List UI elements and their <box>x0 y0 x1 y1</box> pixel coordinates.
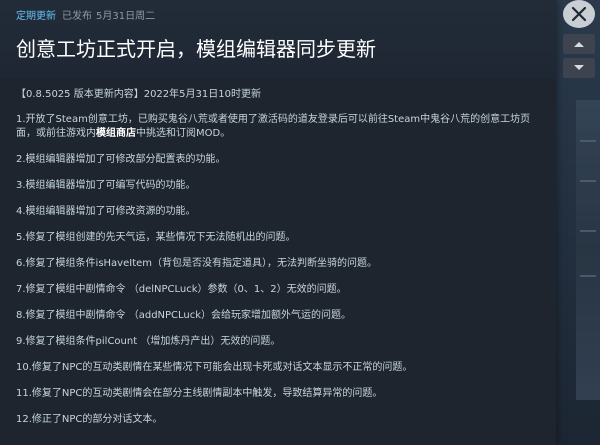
update-item: 8.修复了模组中剧情命令 （addNPCLuck）会给玩家增加额外气运的问题。 <box>16 310 352 321</box>
background-strip <box>576 100 600 400</box>
publish-status: 已发布 <box>62 11 92 22</box>
publish-date: 5月31日周二 <box>96 11 156 22</box>
background-mark <box>580 230 596 232</box>
close-button[interactable] <box>563 0 595 28</box>
announcement-body: 【0.8.5025 版本更新内容】2022年5月31日10时更新 1.开放了St… <box>0 78 556 445</box>
background-mark <box>580 140 596 142</box>
background-mark <box>580 180 596 182</box>
update-item: 2.模组编辑器增加了可修改部分配置表的功能。 <box>16 154 226 165</box>
chevron-down-icon <box>574 65 584 70</box>
previous-button[interactable] <box>563 34 595 54</box>
update-item: 4.模组编辑器增加了可修改资源的功能。 <box>16 206 196 217</box>
background-mark <box>580 275 596 277</box>
announcement-header: 定期更新 已发布 5月31日周二 创意工坊正式开启，模组编辑器同步更新 <box>0 0 556 78</box>
update-item: 6.修复了模组条件isHaveItem（背包是否没有指定道具），无法判断坐骑的问… <box>16 258 378 269</box>
mod-store-link-text: 模组商店 <box>96 128 136 139</box>
version-intro: 【0.8.5025 版本更新内容】2022年5月31日10时更新 <box>16 89 261 100</box>
announcement-meta: 定期更新 已发布 5月31日周二 <box>16 10 155 24</box>
announcement-content: 【0.8.5025 版本更新内容】2022年5月31日10时更新 1.开放了St… <box>16 88 540 439</box>
update-item-text: 1.开放了Steam创意工坊，已购买鬼谷八荒或者使用了激活码的道友登录后可以前往… <box>16 114 531 139</box>
update-item: 7.修复了模组中剧情命令 （delNPCLuck）参数（0、1、2）无效的问题。 <box>16 284 347 295</box>
update-type-tag[interactable]: 定期更新 <box>16 11 56 22</box>
close-icon <box>571 6 587 22</box>
update-item: 11.修复了NPC的互动类剧情会在部分主线剧情副本中触发，导致结算异常的问题。 <box>16 388 383 399</box>
update-item: 1.开放了Steam创意工坊，已购买鬼谷八荒或者使用了激活码的道友登录后可以前往… <box>16 113 540 141</box>
update-item: 9.修复了模组条件pilCount （增加炼丹产出）无效的问题。 <box>16 336 281 347</box>
announcement-title: 创意工坊正式开启，模组编辑器同步更新 <box>16 37 376 61</box>
announcement-panel: 定期更新 已发布 5月31日周二 创意工坊正式开启，模组编辑器同步更新 【0.8.5… <box>0 0 556 445</box>
chevron-up-icon <box>574 42 584 47</box>
update-item: 3.模组编辑器增加了可编写代码的功能。 <box>16 180 196 191</box>
panel-controls <box>556 0 600 90</box>
update-item: 12.修正了NPC的部分对话文本。 <box>16 414 163 425</box>
next-button[interactable] <box>563 58 595 78</box>
update-item: 10.修复了NPC的互动类剧情在某些情况下可能会出现卡死或对话文本显示不正常的问… <box>16 362 413 373</box>
update-item-text: 中挑选和订阅MOD。 <box>136 128 231 139</box>
update-item: 5.修复了模组创建的先天气运，某些情况下无法随机出的问题。 <box>16 232 296 243</box>
